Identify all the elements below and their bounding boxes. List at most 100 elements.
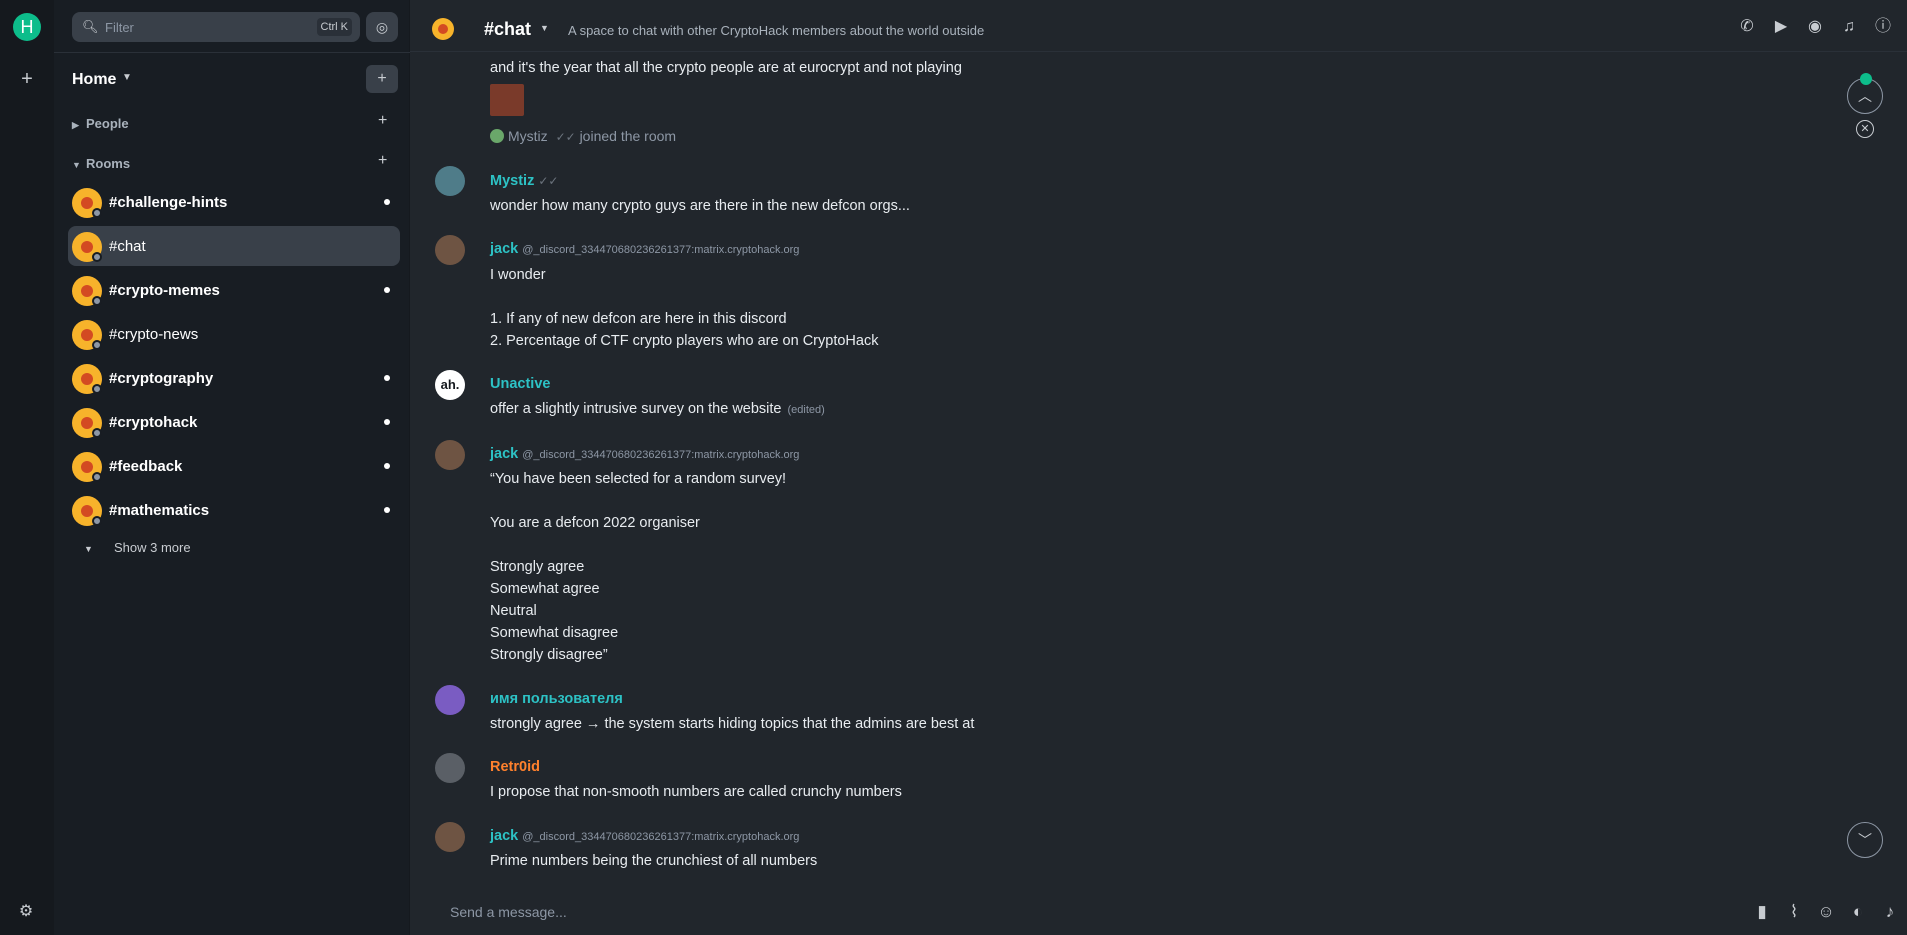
message-body: 1. If any of new defcon are here in this…: [490, 311, 787, 327]
room-name: #chat: [109, 238, 146, 255]
start-chat-button[interactable]: +: [378, 112, 387, 130]
unread-badge: [1860, 73, 1872, 85]
home-add-button[interactable]: +: [366, 65, 398, 93]
room-item-feedback[interactable]: #feedback: [68, 446, 400, 486]
room-name: #crypto-memes: [109, 282, 220, 299]
rooms-section-header[interactable]: ▼ Rooms: [72, 156, 130, 171]
avatar[interactable]: [435, 235, 465, 265]
message-body: You are a defcon 2022 organiser: [490, 515, 700, 531]
explore-rooms-compass-icon[interactable]: ◎: [366, 12, 398, 42]
room-item-mathematics[interactable]: #mathematics: [68, 490, 400, 530]
message-body: Strongly disagree”: [490, 647, 608, 663]
unread-dot: [384, 463, 390, 469]
notifications-bell-icon[interactable]: ♫: [1839, 17, 1859, 37]
jump-to-bottom-button[interactable]: ﹀: [1847, 822, 1883, 858]
jump-to-unread-button[interactable]: ︿: [1847, 73, 1883, 114]
timeline: and it's the year that all the crypto pe…: [410, 52, 1907, 882]
message-body: offer a slightly intrusive survey on the…: [490, 401, 825, 417]
presence-dot: [92, 296, 102, 306]
avatar[interactable]: [435, 685, 465, 715]
sender-name[interactable]: jack @_discord_334470680236261377:matrix.…: [490, 241, 799, 257]
message-body: Prime numbers being the crunchiest of al…: [490, 853, 818, 869]
user-avatar[interactable]: H: [13, 13, 41, 41]
message-body: “You have been selected for a random sur…: [490, 471, 787, 487]
room-list-panel: 🔍︎ Filter Ctrl K ◎ Home ▼ + ▶ People + ▼ R…: [54, 0, 410, 935]
sticker-image[interactable]: [490, 84, 524, 116]
unread-dot: [384, 507, 390, 513]
room-title[interactable]: #chat: [484, 19, 531, 40]
verified-checks-icon: ✓✓: [555, 130, 576, 144]
sender-name[interactable]: jack @_discord_334470680236261377:matrix.…: [490, 446, 799, 462]
voice-message-mic-icon[interactable]: ♪: [1879, 901, 1901, 923]
verified-checks-icon: ✓✓: [538, 174, 559, 188]
avatar[interactable]: ah.: [435, 370, 465, 400]
message-body: wonder how many crypto guys are there in…: [490, 198, 910, 214]
message-body: I propose that non-smooth numbers are ca…: [490, 784, 902, 800]
sender-name[interactable]: Retr0id: [490, 759, 540, 775]
presence-dot: [92, 516, 102, 526]
room-avatar[interactable]: [432, 18, 454, 40]
message-composer[interactable]: Send a message... ▮ ⌇ ☺ ◐ ♪: [410, 890, 1907, 935]
avatar[interactable]: [435, 822, 465, 852]
room-item-challenge-hints[interactable]: #challenge-hints: [68, 182, 400, 222]
presence-dot: [92, 208, 102, 218]
sticker-icon[interactable]: ◐: [1847, 901, 1869, 923]
unread-dot: [384, 287, 390, 293]
attachment-paperclip-icon[interactable]: ⌇: [1783, 901, 1805, 923]
search-icon[interactable]: ◉: [1805, 17, 1825, 37]
unread-dot: [384, 375, 390, 381]
chevron-right-icon: ▶: [72, 120, 79, 130]
message-body: Somewhat disagree: [490, 625, 619, 641]
voice-call-icon[interactable]: ✆: [1737, 17, 1757, 37]
room-item-crypto-news[interactable]: #crypto-news: [68, 314, 400, 354]
chevron-down-icon: ▼: [84, 544, 93, 554]
room-name: #cryptohack: [109, 414, 198, 431]
message-body: 2. Percentage of CTF crypto players who …: [490, 333, 879, 349]
sender-name[interactable]: Unactive: [490, 376, 550, 392]
avatar[interactable]: [435, 440, 465, 470]
sender-name[interactable]: Mystiz ✓✓: [490, 173, 558, 189]
dismiss-unread-close-icon[interactable]: ✕: [1856, 120, 1874, 138]
sender-mxid: @_discord_334470680236261377:matrix.cryp…: [522, 831, 800, 843]
emoji-icon[interactable]: ☺: [1815, 901, 1837, 923]
avatar[interactable]: [435, 753, 465, 783]
room-name: #cryptography: [109, 370, 214, 387]
create-space-button[interactable]: +: [17, 69, 37, 89]
presence-dot: [92, 428, 102, 438]
sender-name[interactable]: jack @_discord_334470680236261377:matrix.…: [490, 828, 799, 844]
unread-dot: [384, 419, 390, 425]
quick-settings-gear-icon[interactable]: ⚙: [17, 903, 35, 921]
message-body: Strongly agree: [490, 559, 585, 575]
add-room-button[interactable]: +: [378, 152, 387, 170]
chevron-down-icon[interactable]: ▼: [122, 72, 132, 83]
sender-mxid: @_discord_334470680236261377:matrix.cryp…: [522, 449, 800, 461]
room-item-cryptohack[interactable]: #cryptohack: [68, 402, 400, 442]
chevron-down-icon[interactable]: ▼: [540, 23, 549, 33]
home-header[interactable]: Home: [72, 71, 116, 89]
room-item-cryptography[interactable]: #cryptography: [68, 358, 400, 398]
message-input[interactable]: Send a message...: [450, 904, 567, 920]
poll-icon[interactable]: ▮: [1751, 901, 1773, 923]
room-topic[interactable]: A space to chat with other CryptoHack me…: [568, 23, 984, 38]
video-call-icon[interactable]: ▶: [1771, 17, 1791, 37]
presence-dot: [92, 340, 102, 350]
room-name: #mathematics: [109, 502, 210, 519]
room-item-chat[interactable]: #chat: [68, 226, 400, 266]
show-more-button[interactable]: ▼ Show 3 more: [84, 540, 191, 555]
room-name: #feedback: [109, 458, 183, 475]
presence-dot: [92, 384, 102, 394]
edited-marker[interactable]: (edited): [788, 404, 825, 416]
composer-actions: ▮ ⌇ ☺ ◐ ♪: [1751, 901, 1901, 923]
message-body: and it's the year that all the crypto pe…: [490, 60, 962, 76]
space-panel: H + ⚙: [0, 0, 54, 935]
membership-event: Mystiz ✓✓ joined the room: [490, 128, 676, 144]
avatar[interactable]: [435, 166, 465, 196]
sender-name[interactable]: имя пользователя: [490, 691, 623, 707]
room-view: #chat ▼ A space to chat with other Crypt…: [410, 0, 1907, 935]
room-item-crypto-memes[interactable]: #crypto-memes: [68, 270, 400, 310]
mini-avatar: [490, 129, 504, 143]
room-info-icon[interactable]: ⓘ: [1873, 17, 1893, 37]
people-section-header[interactable]: ▶ People: [72, 116, 129, 131]
message-body: Somewhat agree: [490, 581, 600, 597]
filter-search-input[interactable]: 🔍︎ Filter Ctrl K: [72, 12, 360, 42]
